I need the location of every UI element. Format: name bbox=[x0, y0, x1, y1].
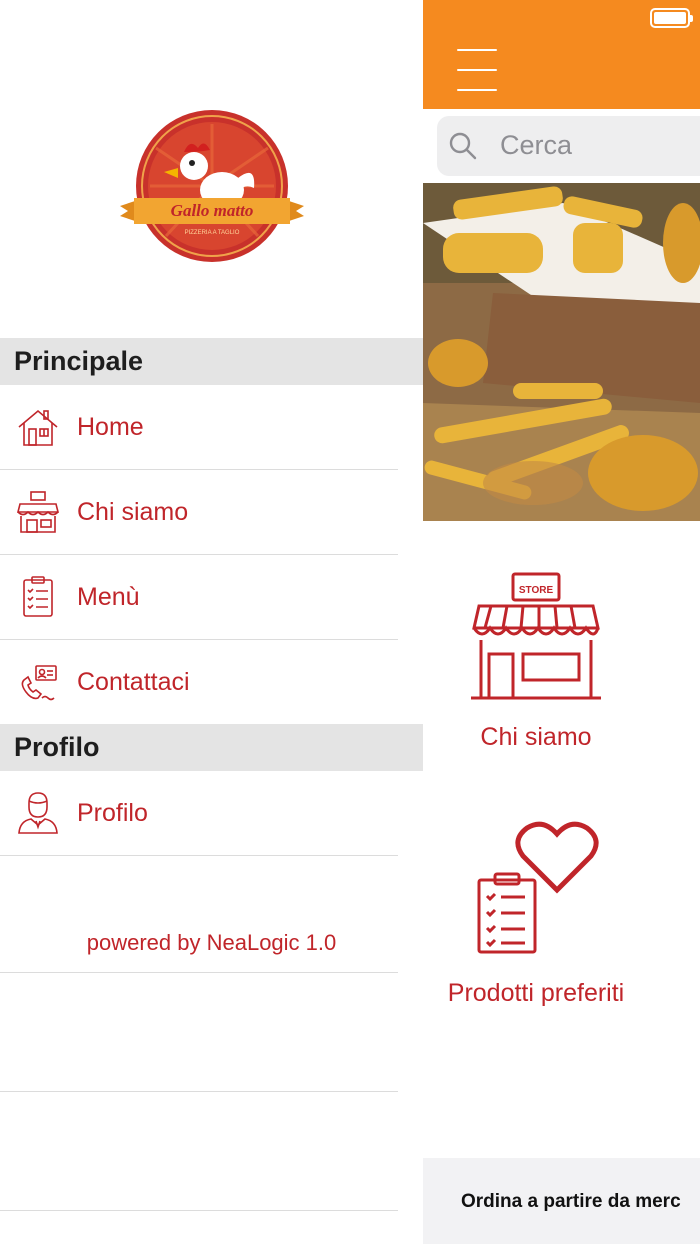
drawer-item-label: Contattaci bbox=[77, 667, 190, 696]
drawer-item-chi-siamo[interactable]: Chi siamo bbox=[0, 470, 398, 555]
store-icon bbox=[16, 490, 60, 534]
hero-food-image bbox=[423, 183, 700, 521]
favorite-list-icon bbox=[475, 820, 599, 956]
phone-contact-icon bbox=[16, 660, 60, 704]
search-placeholder: Cerca bbox=[500, 130, 573, 160]
tile-prodotti-preferiti[interactable]: Prodotti preferiti bbox=[423, 818, 649, 1018]
clipboard-list-icon bbox=[16, 575, 60, 619]
tile-label: Prodotti preferiti bbox=[447, 979, 625, 1007]
powered-by-text: powered by NeaLogic 1.0 bbox=[86, 930, 337, 955]
drawer-item-contattaci[interactable]: Contattaci bbox=[0, 640, 398, 725]
divider bbox=[0, 1091, 398, 1092]
drawer-item-label: Chi siamo bbox=[77, 497, 189, 526]
drawer-item-label: Profilo bbox=[77, 798, 148, 827]
store-sign-text: STORE bbox=[519, 585, 554, 596]
tile-chi-siamo[interactable]: STORE Chi siamo bbox=[423, 560, 649, 760]
section-header-principale: Principale bbox=[0, 338, 423, 385]
navigation-drawer: Gallo matto PIZZERIA A TAGLIO Principale… bbox=[0, 0, 423, 1244]
divider bbox=[0, 972, 398, 973]
footer-banner: Ordina a partire da merc bbox=[423, 1158, 700, 1244]
search-input[interactable]: Cerca bbox=[437, 116, 700, 176]
top-app-bar bbox=[423, 0, 700, 109]
search-icon bbox=[449, 132, 477, 160]
drawer-item-home[interactable]: Home bbox=[0, 385, 398, 470]
divider bbox=[0, 1210, 398, 1211]
store-icon: STORE bbox=[471, 566, 601, 702]
tile-label: Chi siamo bbox=[480, 723, 592, 751]
drawer-item-menu[interactable]: Menù bbox=[0, 555, 398, 640]
gallo-matto-logo: Gallo matto PIZZERIA A TAGLIO bbox=[118, 108, 306, 266]
main-content: Cerca STORE Chi siamo Prodotti preferiti… bbox=[423, 0, 700, 1244]
battery-icon bbox=[650, 8, 693, 28]
section-header-profilo: Profilo bbox=[0, 724, 423, 771]
drawer-item-label: Home bbox=[77, 412, 144, 441]
drawer-item-profilo[interactable]: Profilo bbox=[0, 771, 398, 856]
home-icon bbox=[16, 405, 60, 449]
hamburger-menu-icon[interactable] bbox=[453, 47, 501, 93]
drawer-item-label: Menù bbox=[77, 582, 140, 611]
footer-banner-text: Ordina a partire da merc bbox=[461, 1191, 681, 1212]
logo-subtext: PIZZERIA A TAGLIO bbox=[185, 230, 240, 236]
logo-text: Gallo matto bbox=[171, 201, 254, 220]
user-icon bbox=[16, 791, 60, 835]
